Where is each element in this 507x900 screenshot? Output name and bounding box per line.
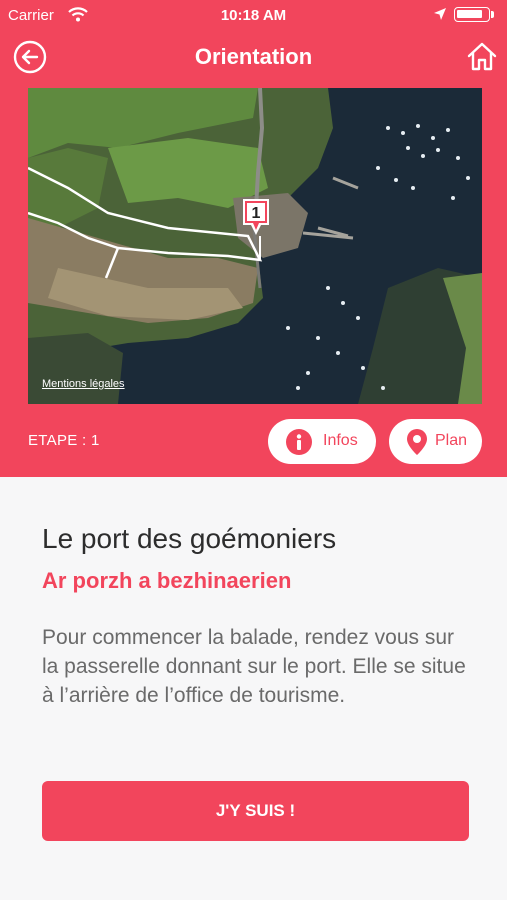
home-icon[interactable]: [466, 41, 498, 73]
plan-button[interactable]: Plan: [389, 419, 482, 464]
map-marker-number: 1: [252, 205, 261, 222]
poi-subtitle: Ar porzh a bezhinaerien: [42, 568, 292, 593]
map-image: 1: [28, 88, 482, 404]
status-time: 10:18 AM: [220, 7, 287, 24]
nav-bar: Orientation: [0, 30, 507, 86]
info-circle-icon: [286, 429, 312, 455]
map-pin-icon: [407, 429, 427, 455]
battery-level: [457, 10, 482, 18]
poi-title: Le port des goémoniers: [42, 523, 337, 554]
infos-label: Infos: [323, 432, 358, 449]
page-title: Orientation: [194, 44, 313, 69]
plan-label: Plan: [435, 432, 468, 449]
poi-details: Le port des goémoniers Ar porzh a bezhin…: [0, 477, 507, 900]
location-arrow-icon: [434, 8, 446, 20]
infos-button[interactable]: Infos: [268, 419, 376, 464]
legal-mentions-link[interactable]: Mentions légales: [42, 378, 125, 390]
step-label: ETAPE : 1: [28, 432, 100, 449]
battery-tip: [491, 11, 494, 18]
circle-arrow-left-icon[interactable]: [13, 40, 47, 74]
status-bar: Carrier 10:18 AM: [0, 0, 507, 30]
header-panel: Carrier 10:18 AM Orientation 1 Mentions …: [0, 0, 507, 477]
arrived-button[interactable]: J'Y SUIS !: [42, 781, 469, 841]
battery-icon: [454, 7, 490, 22]
poi-description: Pour commencer la balade, rendez vous su…: [42, 626, 466, 707]
satellite-map[interactable]: 1 Mentions légales: [28, 88, 482, 404]
